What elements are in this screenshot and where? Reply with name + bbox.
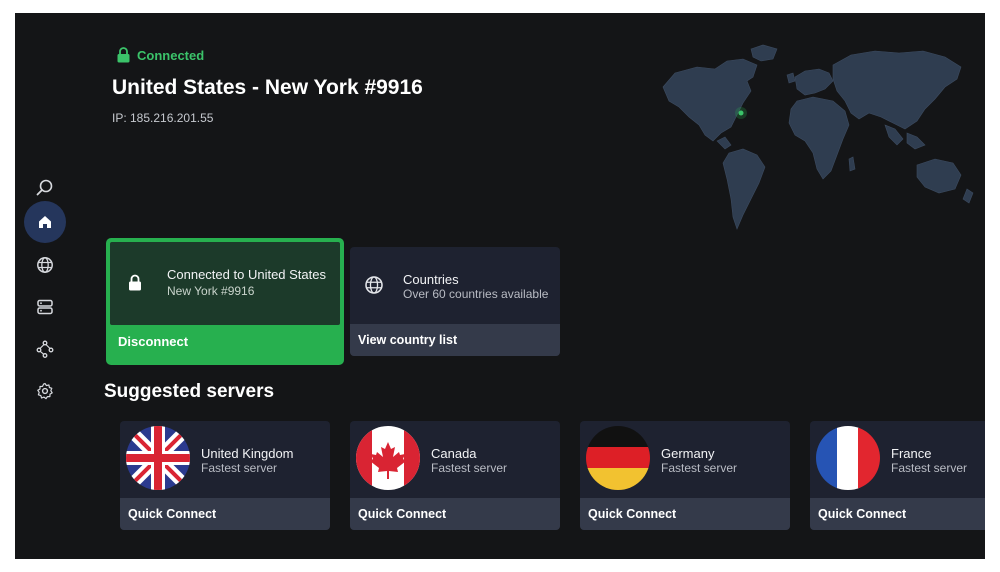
- status-label: Connected: [137, 47, 205, 63]
- server-country: Canada: [431, 446, 477, 461]
- sidebar-item-countries[interactable]: [23, 245, 67, 285]
- app-window: Connected United States - New York #9916…: [15, 13, 985, 559]
- server-card-france[interactable]: France Fastest server Quick Connect: [810, 421, 985, 530]
- sidebar-item-settings[interactable]: [23, 371, 67, 411]
- connected-card-subtitle: New York #9916: [167, 284, 255, 298]
- canada-flag-icon: [356, 426, 420, 490]
- quick-connect-button[interactable]: Quick Connect: [350, 498, 560, 530]
- server-country: France: [891, 446, 932, 461]
- connection-status: Connected: [117, 47, 204, 63]
- connected-card-title: Connected to United States: [167, 267, 326, 282]
- connected-card: Connected to United States New York #991…: [106, 238, 344, 365]
- germany-flag-icon: [586, 426, 650, 490]
- server-subtitle: Fastest server: [661, 461, 738, 475]
- countries-card-title: Countries: [403, 272, 459, 287]
- countries-card: Countries Over 60 countries available Vi…: [350, 247, 560, 356]
- countries-card-subtitle: Over 60 countries available: [403, 287, 549, 301]
- view-country-list-button[interactable]: View country list: [350, 324, 560, 356]
- server-card-germany[interactable]: Germany Fastest server Quick Connect: [580, 421, 790, 530]
- globe-icon: [37, 257, 53, 273]
- connected-card-info: Connected to United States New York #991…: [110, 242, 340, 325]
- lock-icon: [117, 47, 130, 63]
- ip-address: IP: 185.216.201.55: [112, 111, 214, 125]
- quick-connect-button[interactable]: Quick Connect: [810, 498, 985, 530]
- sidebar-item-specialty[interactable]: [23, 329, 67, 369]
- globe-icon: [365, 276, 383, 294]
- server-icon: [37, 299, 53, 315]
- quick-connect-button[interactable]: Quick Connect: [120, 498, 330, 530]
- server-country: Germany: [661, 446, 715, 461]
- sidebar-item-home[interactable]: [24, 201, 66, 243]
- suggested-servers-heading: Suggested servers: [104, 381, 275, 402]
- sidebar-item-servers[interactable]: [23, 287, 67, 327]
- server-subtitle: Fastest server: [891, 461, 968, 475]
- france-flag-icon: [816, 426, 880, 490]
- server-card-canada[interactable]: Canada Fastest server Quick Connect: [350, 421, 560, 530]
- uk-flag-icon: [126, 426, 190, 490]
- gear-icon: [37, 382, 53, 400]
- server-card-united-kingdom[interactable]: United Kingdom Fastest server Quick Conn…: [120, 421, 330, 530]
- world-map: [662, 44, 974, 230]
- lock-icon: [129, 274, 141, 291]
- network-icon: [36, 340, 54, 358]
- home-icon: [39, 216, 51, 228]
- server-name: United States - New York #9916: [112, 76, 423, 99]
- server-subtitle: Fastest server: [431, 461, 508, 475]
- server-country: United Kingdom: [201, 446, 294, 461]
- search-icon: [36, 179, 53, 196]
- server-subtitle: Fastest server: [201, 461, 278, 475]
- disconnect-button[interactable]: Disconnect: [118, 334, 188, 349]
- quick-connect-button[interactable]: Quick Connect: [580, 498, 790, 530]
